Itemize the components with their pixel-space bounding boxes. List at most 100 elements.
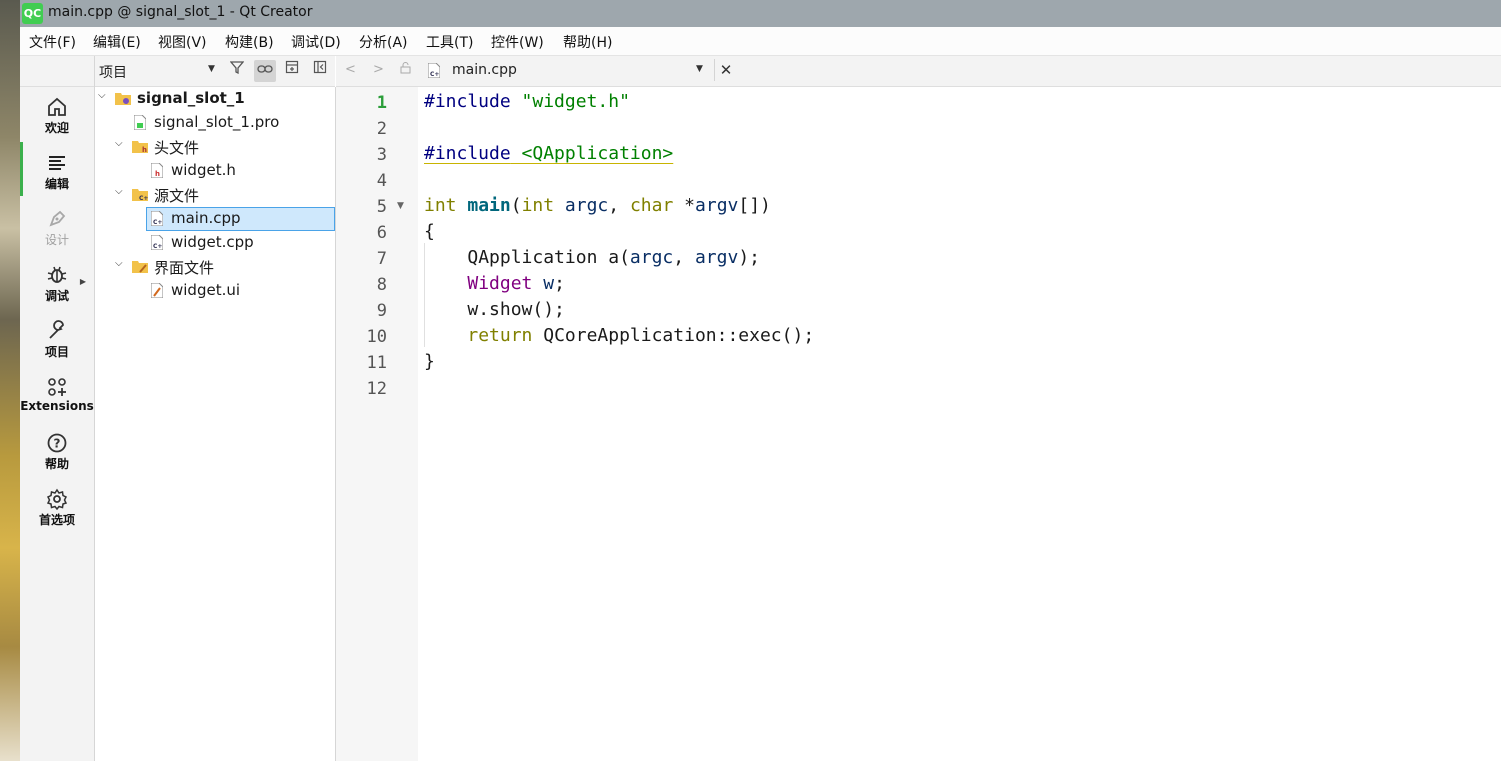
code-line-3: #include <QApplication>	[424, 143, 674, 164]
code-line-8: Widget w;	[467, 273, 565, 294]
home-icon	[48, 97, 66, 116]
menu-tools[interactable]: 工具(T)	[426, 32, 473, 52]
qt-creator-logo-icon: QC	[22, 3, 43, 24]
mode-help[interactable]: ? 帮助	[20, 432, 94, 484]
line-number: 9	[376, 301, 387, 321]
svg-text:C+: C+	[153, 243, 162, 250]
svg-text:C+: C+	[430, 71, 439, 78]
svg-text:?: ?	[54, 437, 61, 451]
gear-icon	[46, 488, 68, 510]
menu-build[interactable]: 构建(B)	[225, 32, 274, 52]
tree-item-widget-h[interactable]: h widget.h	[95, 159, 335, 183]
code-line-5: int main(int argc, char *argv[])	[424, 195, 771, 216]
code-editor[interactable]: #include "widget.h" #include <QApplicati…	[418, 87, 1501, 761]
chevron-down-icon[interactable]: ⌵	[98, 90, 106, 101]
line-number: 11	[366, 353, 387, 373]
chevron-down-icon[interactable]: ⌵	[115, 138, 123, 149]
line-number: 6	[376, 223, 387, 243]
line-number-gutter: 1 2 3 4 5 ▼ 6 7 8 9 10 11 12	[336, 87, 418, 761]
ui-file-icon	[150, 282, 164, 302]
mode-edit[interactable]: 编辑	[20, 152, 94, 204]
svg-text:h: h	[142, 146, 147, 153]
desktop-background-strip	[0, 0, 20, 761]
menu-analyze[interactable]: 分析(A)	[359, 32, 408, 52]
cpp-file-icon: C+	[150, 210, 164, 230]
back-icon[interactable]: <	[345, 62, 356, 77]
mode-welcome[interactable]: 欢迎	[20, 96, 94, 148]
svg-text:h: h	[155, 170, 160, 178]
tree-item-headers-folder[interactable]: ⌵ h 头文件	[95, 135, 335, 159]
line-number: 10	[366, 327, 387, 347]
menu-file[interactable]: 文件(F)	[29, 32, 76, 52]
link-icon[interactable]	[254, 60, 276, 82]
mode-debug-label: 调试	[44, 289, 69, 303]
menu-view[interactable]: 视图(V)	[158, 32, 207, 52]
code-line-1: #include "widget.h"	[424, 91, 630, 112]
mode-edit-label: 编辑	[44, 177, 69, 191]
tree-item-sources-folder[interactable]: ⌵ C+ 源文件	[95, 183, 335, 207]
mode-projects[interactable]: 项目	[20, 320, 94, 372]
add-split-icon[interactable]	[281, 60, 303, 82]
menu-bar: 文件(F) 编辑(E) 视图(V) 构建(B) 调试(D) 分析(A) 工具(T…	[20, 27, 1501, 56]
project-view-selector[interactable]: 项目	[99, 62, 127, 82]
fold-marker-icon[interactable]: ▼	[397, 201, 404, 211]
header-file-icon: h	[150, 162, 164, 182]
line-number: 1	[376, 93, 387, 113]
line-number: 7	[376, 249, 387, 269]
tree-item-main-cpp[interactable]: C+ main.cpp	[95, 207, 335, 231]
tree-item-label: 源文件	[154, 187, 200, 205]
line-number: 4	[376, 171, 387, 191]
project-name: signal_slot_1	[137, 89, 245, 107]
menu-controls[interactable]: 控件(W)	[491, 32, 544, 52]
close-icon[interactable]: ✕	[714, 59, 737, 81]
menu-edit[interactable]: 编辑(E)	[93, 32, 141, 52]
tree-item-label: widget.ui	[171, 281, 241, 299]
chevron-down-icon[interactable]: ⌵	[115, 186, 123, 197]
menu-help[interactable]: 帮助(H)	[563, 32, 612, 52]
mode-help-label: 帮助	[44, 457, 69, 471]
pen-icon	[49, 210, 66, 227]
tree-item-label: widget.h	[171, 161, 236, 179]
tree-item-forms-folder[interactable]: ⌵ 界面文件	[95, 255, 335, 279]
line-number: 8	[376, 275, 387, 295]
title-bar: QC main.cpp @ signal_slot_1 - Qt Creator	[20, 0, 1501, 27]
lock-icon[interactable]	[400, 62, 411, 78]
mode-selector-header	[20, 56, 94, 87]
wrench-icon	[49, 320, 64, 339]
filter-icon[interactable]	[226, 60, 248, 82]
code-line-10: return QCoreApplication::exec();	[467, 325, 815, 346]
debug-submenu-arrow-icon: ▶	[79, 277, 86, 286]
svg-text:C+: C+	[153, 219, 162, 226]
mode-extensions-label: Extensions	[20, 399, 94, 413]
forward-icon[interactable]: >	[373, 62, 384, 77]
line-number: 12	[366, 379, 387, 399]
mode-preferences[interactable]: 首选项	[20, 488, 94, 540]
code-line-7: QApplication a(argc, argv);	[467, 247, 761, 268]
mode-extensions[interactable]: Extensions	[20, 376, 94, 428]
chevron-down-icon[interactable]: ▼	[696, 64, 703, 74]
chevron-down-icon[interactable]: ▼	[208, 64, 215, 74]
tree-item-label: 头文件	[154, 139, 200, 157]
menu-debug[interactable]: 调试(D)	[291, 32, 341, 52]
mode-projects-label: 项目	[44, 345, 69, 359]
tree-item-widget-ui[interactable]: widget.ui	[95, 279, 335, 303]
project-tree: ⌵ signal_slot_1 signal_slot_1.pro ⌵ h 头文…	[95, 87, 336, 761]
document-selector[interactable]: main.cpp	[452, 62, 517, 78]
extensions-icon	[48, 378, 66, 396]
bug-icon	[47, 266, 67, 283]
tree-item-label: main.cpp	[171, 209, 241, 227]
project-folder-icon	[115, 91, 131, 109]
tree-item-label: widget.cpp	[171, 233, 254, 251]
code-line-9: w.show();	[467, 299, 565, 320]
chevron-down-icon[interactable]: ⌵	[115, 258, 123, 269]
form-folder-icon	[132, 259, 148, 277]
pro-file-icon	[133, 114, 147, 134]
mode-design-label: 设计	[44, 233, 69, 247]
mode-design[interactable]: 设计	[20, 208, 94, 260]
tree-item-project[interactable]: ⌵ signal_slot_1	[95, 87, 335, 111]
tree-item-widget-cpp[interactable]: C+ widget.cpp	[95, 231, 335, 255]
tree-item-pro-file[interactable]: signal_slot_1.pro	[95, 111, 335, 135]
mode-debug[interactable]: ▶ 调试	[20, 264, 94, 316]
cpp-file-icon: C+	[427, 62, 441, 82]
close-sidebar-icon[interactable]	[309, 60, 331, 82]
